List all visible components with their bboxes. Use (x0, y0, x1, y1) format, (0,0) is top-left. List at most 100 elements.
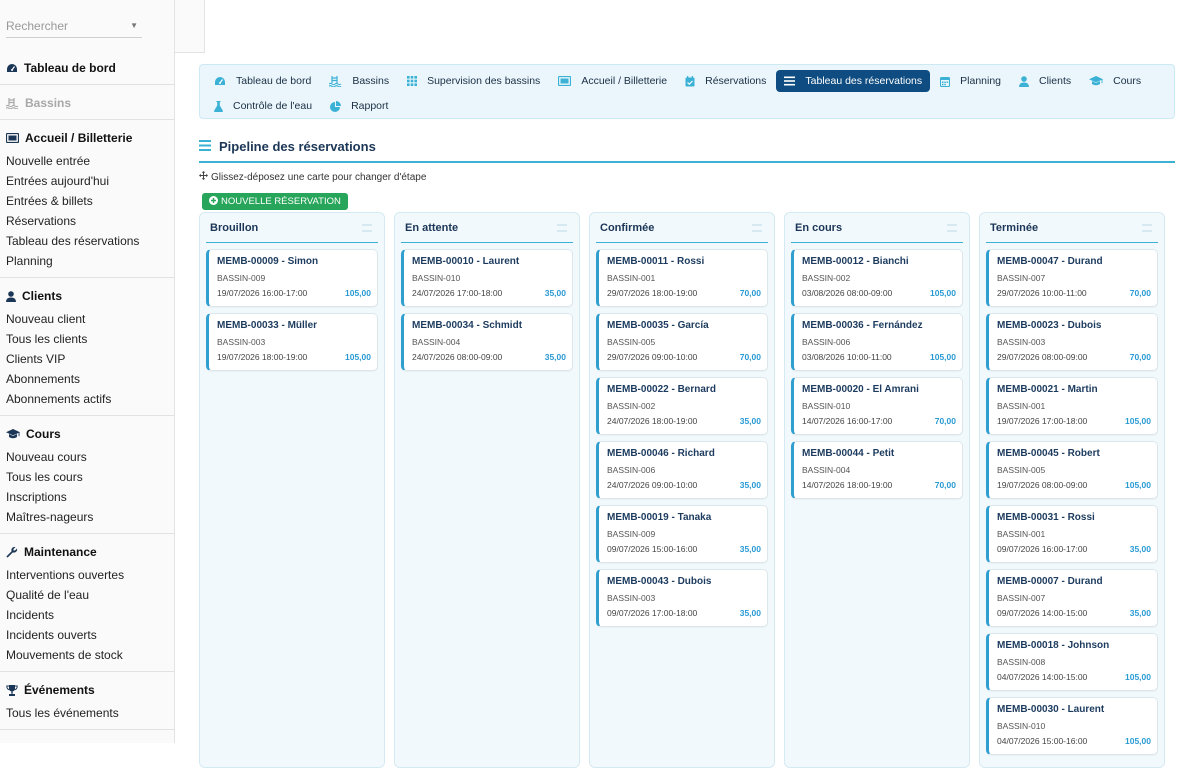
sidebar-item[interactable]: Tous les clients (6, 329, 174, 349)
reservation-card[interactable]: MEMB-00020 - El Amrani BASSIN-010 14/07/20… (791, 377, 963, 435)
card-title: MEMB-00010 - Laurent (412, 256, 520, 267)
sidebar-item[interactable]: Réservations (6, 211, 174, 231)
card-slot: 29/07/2026 08:00-09:00 (997, 352, 1088, 362)
new-reservation-button[interactable]: NOUVELLE RÉSERVATION (202, 193, 348, 210)
sidebar-item[interactable]: Clients VIP (6, 349, 174, 369)
sidebar-item[interactable]: Inscriptions (6, 487, 174, 507)
card-pool: BASSIN-003 (217, 337, 266, 347)
reservation-card[interactable]: MEMB-00046 - Richard BASSIN-006 24/07/2026… (596, 441, 768, 499)
sidebar-item[interactable]: Tableau des réservations (6, 231, 174, 251)
drag-hint: Glissez-déposez une carte pour changer d… (199, 171, 1175, 183)
nav-tab[interactable]: Bassins (321, 70, 397, 92)
nav-tab[interactable]: Supervision des bassins (399, 70, 548, 92)
page-title: Pipeline des réservations (199, 135, 1175, 157)
ticket-icon (558, 76, 576, 86)
nav-tab[interactable]: Rapport (322, 95, 396, 117)
sidebar-section-header[interactable]: Paiements (6, 738, 174, 743)
pool-icon (329, 75, 347, 87)
reservation-card[interactable]: MEMB-00033 - Müller BASSIN-003 19/07/2026 … (206, 313, 378, 371)
nav-tab[interactable]: Réservations (677, 70, 774, 92)
card-amount: 35,00 (739, 544, 761, 554)
sidebar-item[interactable]: Nouveau cours (6, 447, 174, 467)
module-navbar: Tableau de bord Bassins Supervision des ba… (199, 64, 1175, 119)
card-amount: 35,00 (1129, 608, 1151, 618)
kanban-column-header: En attente (401, 213, 573, 243)
nav-tab[interactable]: Cours (1081, 70, 1149, 92)
card-footer: 03/08/2026 08:00-09:00 105,00 (802, 288, 956, 298)
reservation-card[interactable]: MEMB-00009 - Simon BASSIN-009 19/07/2026 1… (206, 249, 378, 307)
reservation-card[interactable]: MEMB-00030 - Laurent BASSIN-010 04/07/2026… (986, 697, 1158, 755)
card-pool: BASSIN-006 (802, 337, 851, 347)
sidebar-item[interactable]: Tous les événements (6, 703, 174, 723)
sidebar-item[interactable]: Nouveau client (6, 309, 174, 329)
title-divider (199, 161, 1175, 163)
card-slot: 14/07/2026 18:00-19:00 (802, 480, 893, 490)
sidebar-section-header[interactable]: Accueil / Billetterie (6, 128, 174, 148)
nav-tab[interactable]: Accueil / Billetterie (550, 70, 675, 92)
card-amount: 105,00 (930, 352, 956, 362)
reservation-card[interactable]: MEMB-00045 - Robert BASSIN-005 19/07/2026 … (986, 441, 1158, 499)
reservation-card[interactable]: MEMB-00036 - Fernández BASSIN-006 03/08/20… (791, 313, 963, 371)
card-slot: 24/07/2026 17:00-18:00 (412, 288, 503, 298)
card-slot: 19/07/2026 17:00-18:00 (997, 416, 1088, 426)
sidebar-item[interactable]: Nouvelle entrée (6, 151, 174, 171)
card-pool: BASSIN-001 (997, 401, 1046, 411)
sidebar-item[interactable]: Planning (6, 251, 174, 271)
sidebar-item[interactable]: Abonnements actifs (6, 389, 174, 409)
kanban-column-header: En cours (791, 213, 963, 243)
page-title-text: Pipeline des réservations (219, 138, 376, 154)
search-select[interactable]: Rechercher ▼ (6, 14, 142, 38)
card-title: MEMB-00011 - Rossi (607, 256, 705, 267)
reservation-card[interactable]: MEMB-00010 - Laurent BASSIN-010 24/07/2026… (401, 249, 573, 307)
sidebar-item[interactable]: Tous les cours (6, 467, 174, 487)
card-footer: 19/07/2026 08:00-09:00 105,00 (997, 480, 1151, 490)
reservation-card[interactable]: MEMB-00021 - Martin BASSIN-001 19/07/2026 … (986, 377, 1158, 435)
card-amount: 105,00 (345, 288, 371, 298)
nav-tab[interactable]: Planning (932, 70, 1009, 92)
sidebar-item[interactable]: Entrées & billets (6, 191, 174, 211)
sidebar-section-header[interactable]: Cours (6, 424, 174, 444)
reservation-card[interactable]: MEMB-00007 - Durand BASSIN-007 09/07/2026 … (986, 569, 1158, 627)
card-amount: 35,00 (544, 288, 566, 298)
user-icon (6, 290, 19, 302)
nav-tab[interactable]: Tableau de bord (206, 70, 319, 92)
card-pool: BASSIN-002 (607, 401, 656, 411)
reservation-card[interactable]: MEMB-00047 - Durand BASSIN-007 29/07/2026 … (986, 249, 1158, 307)
card-pool: BASSIN-007 (997, 593, 1046, 603)
sidebar-item[interactable]: Incidents ouverts (6, 625, 174, 645)
reservation-card[interactable]: MEMB-00043 - Dubois BASSIN-003 09/07/2026 … (596, 569, 768, 627)
card-amount: 70,00 (1129, 352, 1151, 362)
reservation-card[interactable]: MEMB-00011 - Rossi BASSIN-001 29/07/2026 1… (596, 249, 768, 307)
card-title: MEMB-00046 - Richard (607, 448, 715, 459)
reservation-card[interactable]: MEMB-00012 - Bianchi BASSIN-002 03/08/2026… (791, 249, 963, 307)
sidebar-section-header[interactable]: Événements (6, 680, 174, 700)
reservation-card[interactable]: MEMB-00022 - Bernard BASSIN-002 24/07/2026… (596, 377, 768, 435)
sidebar-section-header[interactable]: Bassins (6, 93, 174, 113)
sidebar-item[interactable]: Abonnements (6, 369, 174, 389)
sidebar-item[interactable]: Qualité de l'eau (6, 585, 174, 605)
reservation-card[interactable]: MEMB-00034 - Schmidt BASSIN-004 24/07/2026… (401, 313, 573, 371)
main-content: Tableau de bord Bassins Supervision des ba… (199, 64, 1175, 768)
nav-tab[interactable]: Contrôle de l'eau (206, 95, 320, 117)
reservation-card[interactable]: MEMB-00023 - Dubois BASSIN-003 29/07/2026 … (986, 313, 1158, 371)
nav-tab[interactable]: Clients (1011, 70, 1079, 92)
graduation-cap-icon (6, 429, 23, 439)
nav-tab[interactable]: Tableau des réservations (776, 70, 931, 92)
sidebar-section-header[interactable]: Tableau de bord (6, 58, 174, 78)
sidebar-item[interactable]: Maîtres-nageurs (6, 507, 174, 527)
sidebar-item[interactable]: Interventions ouvertes (6, 565, 174, 585)
card-footer: 14/07/2026 16:00-17:00 70,00 (802, 416, 956, 426)
sidebar-section-header[interactable]: Maintenance (6, 542, 174, 562)
sidebar-item[interactable]: Incidents (6, 605, 174, 625)
reservation-card[interactable]: MEMB-00031 - Rossi BASSIN-001 09/07/2026 1… (986, 505, 1158, 563)
sidebar-item[interactable]: Entrées aujourd'hui (6, 171, 174, 191)
reservation-card[interactable]: MEMB-00044 - Petit BASSIN-004 14/07/2026 1… (791, 441, 963, 499)
sidebar-item[interactable]: Mouvements de stock (6, 645, 174, 665)
card-title: MEMB-00033 - Müller (217, 320, 318, 331)
reservation-card[interactable]: MEMB-00018 - Johnson BASSIN-008 04/07/2026… (986, 633, 1158, 691)
reservation-card[interactable]: MEMB-00035 - García BASSIN-005 29/07/2026 … (596, 313, 768, 371)
sidebar-section-header[interactable]: Clients (6, 286, 174, 306)
reservation-card[interactable]: MEMB-00019 - Tanaka BASSIN-009 09/07/2026 … (596, 505, 768, 563)
sidebar-section-label: Cours (26, 427, 61, 441)
kanban-column: En cours MEMB-00012 - Bianchi BASSIN-002 03… (784, 212, 970, 768)
